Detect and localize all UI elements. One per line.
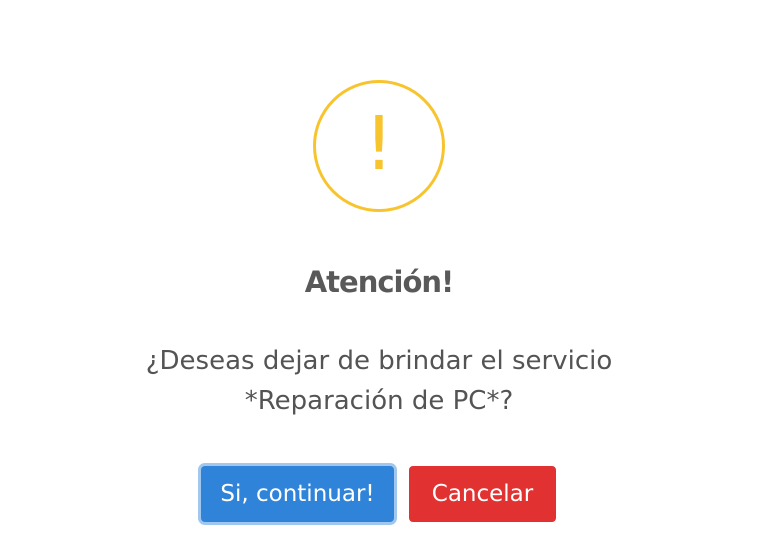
exclamation-mark: ! xyxy=(364,101,394,187)
dialog-title: Atención! xyxy=(304,265,455,299)
confirmation-dialog: ! Atención! ¿Deseas dejar de brindar el … xyxy=(0,0,758,552)
dialog-message-line-1: ¿Deseas dejar de brindar el servicio xyxy=(145,346,613,376)
exclamation-warning-icon: ! xyxy=(313,80,445,212)
dialog-message: ¿Deseas dejar de brindar el servicio *Re… xyxy=(70,341,688,421)
cancel-button[interactable]: Cancelar xyxy=(409,466,556,522)
dialog-message-line-2: *Reparación de PC*? xyxy=(244,386,514,416)
confirm-button[interactable]: Si, continuar! xyxy=(201,466,394,522)
